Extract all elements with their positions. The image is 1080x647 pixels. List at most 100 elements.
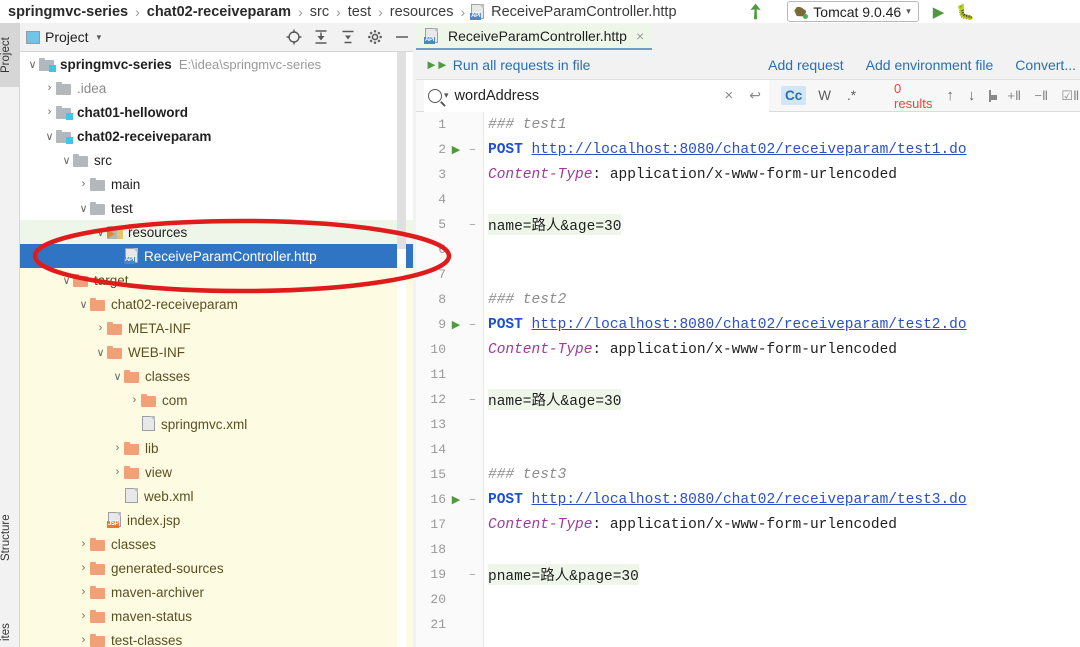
code-fold-icon[interactable]: −	[466, 144, 479, 156]
tree-row[interactable]: ›maven-status	[20, 604, 416, 628]
tree-row[interactable]: ›generated-sources	[20, 556, 416, 580]
regex-toggle[interactable]: .*	[843, 86, 860, 105]
code-token[interactable]: http://localhost:8080/chat02/receivepara…	[532, 142, 967, 158]
hide-panel-icon[interactable]	[394, 29, 410, 45]
words-toggle[interactable]: W	[814, 86, 835, 105]
convert-button[interactable]: Convert...	[1015, 57, 1080, 73]
tree-row[interactable]: ›classes	[20, 532, 416, 556]
settings-gear-icon[interactable]	[367, 29, 383, 45]
select-all-occurrences-icon[interactable]: ☑Ⅱ	[1061, 88, 1079, 104]
chevron-down-icon[interactable]: ∨	[26, 58, 39, 71]
chevron-down-icon[interactable]: ∨	[60, 274, 73, 287]
editor-code[interactable]: ### test1POST http://localhost:8080/chat…	[484, 112, 1080, 647]
chevron-down-icon[interactable]: ∨	[111, 370, 124, 383]
chevron-down-icon[interactable]: ▾	[97, 32, 102, 43]
chevron-right-icon[interactable]: ›	[94, 322, 107, 334]
tree-row[interactable]: ∨chat02-receiveparam	[20, 292, 416, 316]
tree-row[interactable]: ›com	[20, 388, 416, 412]
chevron-down-icon[interactable]: ∨	[60, 154, 73, 167]
project-tree[interactable]: ∨springmvc-seriesE:\idea\springmvc-serie…	[20, 52, 416, 647]
match-case-toggle[interactable]: Cc	[781, 86, 806, 105]
tree-row[interactable]: APIReceiveParamController.http	[20, 244, 416, 268]
tree-row[interactable]: ›test-classes	[20, 628, 416, 647]
code-fold-icon[interactable]: −	[466, 494, 479, 506]
clear-search-icon[interactable]: ×	[725, 87, 734, 104]
tree-row[interactable]: ›view	[20, 460, 416, 484]
chevron-down-icon[interactable]: ∨	[77, 202, 90, 215]
select-all-icon[interactable]	[989, 90, 991, 102]
chevron-down-icon[interactable]: ∨	[94, 226, 107, 239]
chevron-right-icon[interactable]: ›	[111, 466, 124, 478]
tree-row[interactable]: ∨resources	[20, 220, 416, 244]
chevron-right-icon[interactable]: ›	[77, 634, 90, 646]
tree-row[interactable]: ›lib	[20, 436, 416, 460]
search-input[interactable]: ▾ wordAddress × ↩	[424, 80, 769, 112]
chevron-right-icon[interactable]: ›	[111, 442, 124, 454]
chevron-right-icon[interactable]: ›	[77, 178, 90, 190]
tree-row[interactable]: JSPindex.jsp	[20, 508, 416, 532]
code-fold-icon[interactable]: −	[466, 319, 479, 331]
run-button[interactable]: ▶	[933, 3, 945, 21]
tree-row[interactable]: ∨test	[20, 196, 416, 220]
code-token[interactable]: http://localhost:8080/chat02/receivepara…	[532, 492, 967, 508]
chevron-right-icon[interactable]: ›	[77, 562, 90, 574]
collapse-all-icon[interactable]	[340, 29, 356, 45]
chevron-right-icon[interactable]: ›	[128, 394, 141, 406]
code-token[interactable]: http://localhost:8080/chat02/receivepara…	[532, 317, 967, 333]
code-fold-icon[interactable]: −	[466, 569, 479, 581]
tree-row[interactable]: ›META-INF	[20, 316, 416, 340]
tree-row[interactable]: ∨target	[20, 268, 416, 292]
editor-gutter[interactable]: 12▶−345−6789▶−101112−13141516▶−171819−20…	[416, 112, 484, 647]
chevron-down-icon[interactable]: ∨	[94, 346, 107, 359]
chevron-right-icon[interactable]: ›	[43, 106, 56, 118]
chevron-right-icon[interactable]: ›	[77, 610, 90, 622]
breadcrumb-item-3[interactable]: test	[346, 4, 373, 20]
sidebar-item-structure[interactable]: Structure	[0, 498, 20, 578]
code-fold-icon[interactable]: −	[466, 219, 479, 231]
chevron-right-icon[interactable]: ›	[43, 82, 56, 94]
run-all-requests-button[interactable]: ►► Run all requests in file	[425, 57, 590, 73]
chevron-down-icon[interactable]: ∨	[43, 130, 56, 143]
chevron-down-icon[interactable]: ▾	[444, 90, 449, 101]
newline-search-icon[interactable]: ↩	[749, 87, 761, 104]
find-next-icon[interactable]: ↓	[968, 87, 976, 104]
chevron-right-icon[interactable]: ›	[77, 538, 90, 550]
chevron-down-icon[interactable]: ∨	[77, 298, 90, 311]
run-request-icon[interactable]: ▶	[446, 318, 466, 331]
debug-button[interactable]: 🐛	[956, 3, 975, 21]
tree-scrollbar[interactable]	[397, 52, 406, 647]
tree-row[interactable]: springmvc.xml	[20, 412, 416, 436]
breadcrumb-item-5[interactable]: ReceiveParamController.http	[489, 4, 678, 20]
expand-all-icon[interactable]	[313, 29, 329, 45]
run-request-icon[interactable]: ▶	[446, 143, 466, 156]
tree-row[interactable]: ›maven-archiver	[20, 580, 416, 604]
code-editor[interactable]: 12▶−345−6789▶−101112−13141516▶−171819−20…	[416, 112, 1080, 647]
tree-row[interactable]: ∨classes	[20, 364, 416, 388]
breadcrumb-item-2[interactable]: src	[308, 4, 331, 20]
tab-receiveparamcontroller-http[interactable]: API ReceiveParamController.http ×	[416, 23, 652, 50]
breadcrumb-item-4[interactable]: resources	[388, 4, 456, 20]
close-icon[interactable]: ×	[636, 28, 644, 44]
sidebar-item-favorites[interactable]: ites	[0, 615, 20, 647]
add-occurrence-icon[interactable]: +Ⅱ	[1007, 88, 1021, 104]
find-previous-icon[interactable]: ↑	[946, 87, 954, 104]
add-request-button[interactable]: Add request	[768, 57, 844, 73]
tree-row[interactable]: ›.idea	[20, 76, 416, 100]
select-opened-file-icon[interactable]	[286, 29, 302, 45]
remove-occurrence-icon[interactable]: −Ⅱ	[1034, 88, 1048, 104]
tree-row[interactable]: ›chat01-helloword	[20, 100, 416, 124]
tree-row[interactable]: ∨src	[20, 148, 416, 172]
tree-row[interactable]: ›main	[20, 172, 416, 196]
breadcrumb-item-1[interactable]: chat02-receiveparam	[145, 4, 293, 20]
sidebar-item-project[interactable]: Project	[0, 23, 20, 87]
tree-row[interactable]: ∨WEB-INF	[20, 340, 416, 364]
tree-row[interactable]: ∨springmvc-seriesE:\idea\springmvc-serie…	[20, 52, 416, 76]
chevron-right-icon[interactable]: ›	[77, 586, 90, 598]
tree-row[interactable]: ∨chat02-receiveparam	[20, 124, 416, 148]
run-configuration-selector[interactable]: Tomcat 9.0.46 ▾	[787, 1, 918, 22]
breadcrumb-item-0[interactable]: springmvc-series	[6, 4, 130, 20]
code-fold-icon[interactable]: −	[466, 394, 479, 406]
add-environment-file-button[interactable]: Add environment file	[866, 57, 994, 73]
run-request-icon[interactable]: ▶	[446, 493, 466, 506]
tree-row[interactable]: web.xml	[20, 484, 416, 508]
